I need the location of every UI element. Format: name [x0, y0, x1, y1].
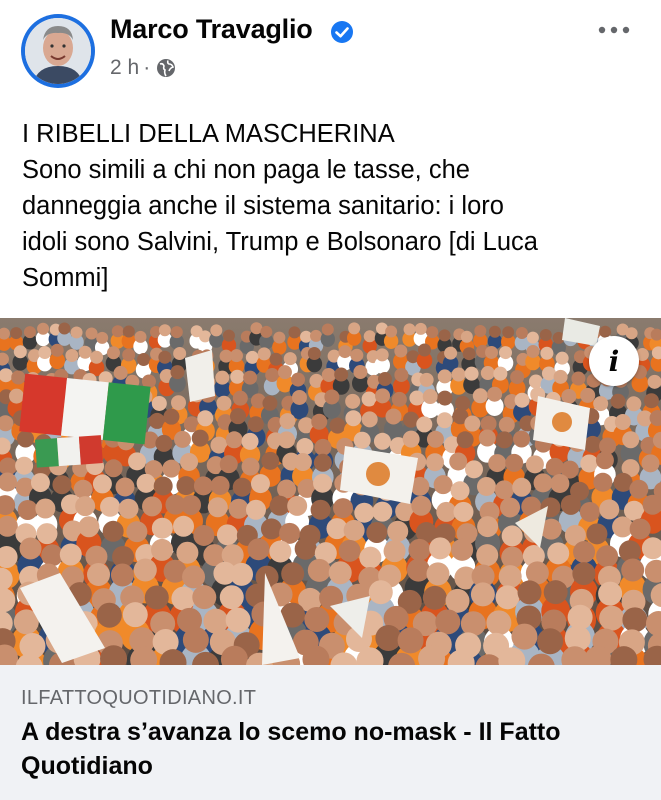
crowd-photo — [0, 318, 661, 665]
post-text-line: danneggia anche il sistema sanitario: i … — [22, 192, 504, 220]
more-options-icon[interactable] — [594, 18, 634, 42]
link-title[interactable]: A destra s’avanza lo scemo no-mask - Il … — [21, 715, 641, 783]
post-text-line: idoli sono Salvini, Trump e Bolsonaro [d… — [22, 228, 538, 256]
post-text-line: Sommi] — [22, 264, 109, 292]
post-time[interactable]: 2 h — [110, 56, 139, 80]
globe-icon[interactable] — [156, 58, 176, 78]
avatar-photo — [25, 18, 91, 84]
post-text-line: I RIBELLI DELLA MASCHERINA — [22, 120, 395, 148]
post-text: I RIBELLI DELLA MASCHERINA Sono simili a… — [22, 116, 647, 296]
meta-separator: · — [143, 56, 151, 79]
link-preview-card[interactable]: ILFATTOQUOTIDIANO.IT A destra s’avanza l… — [0, 665, 661, 800]
verified-badge-icon — [331, 21, 353, 43]
post-header: Marco Travaglio 2 h · — [0, 0, 661, 100]
image-info-button[interactable]: i — [589, 336, 639, 386]
link-preview-image[interactable]: i — [0, 318, 661, 665]
post-meta: 2 h · — [110, 56, 176, 80]
avatar[interactable] — [21, 14, 95, 88]
author-name[interactable]: Marco Travaglio — [110, 14, 313, 45]
post-text-line: Sono simili a chi non paga le tasse, che — [22, 156, 470, 184]
link-domain: ILFATTOQUOTIDIANO.IT — [21, 687, 257, 709]
